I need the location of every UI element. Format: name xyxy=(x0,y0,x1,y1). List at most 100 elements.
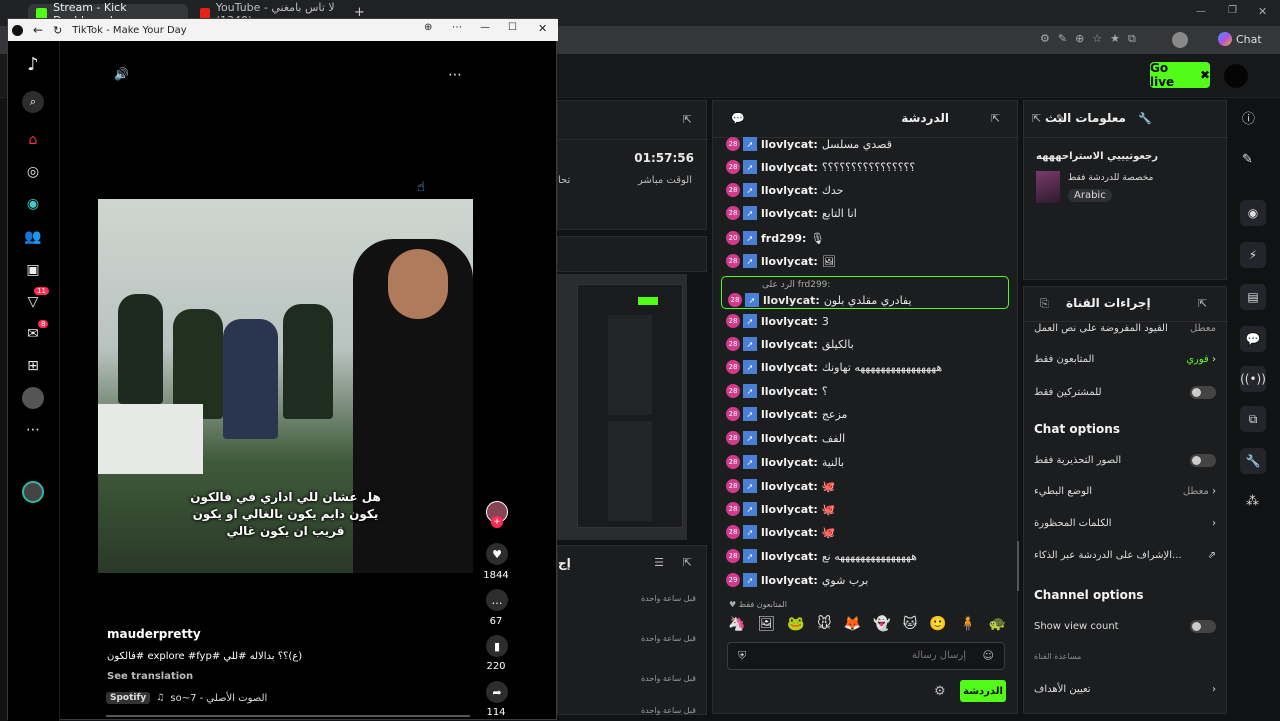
option-row-ai-moderation[interactable]: الإشراف على الدردشة عبر الذكاء... ⇗ xyxy=(1034,550,1216,561)
emote-icon[interactable]: 👻 xyxy=(873,616,890,636)
expand-icon[interactable]: ⇱ xyxy=(1198,297,1207,310)
chat-username[interactable]: llovlycat: xyxy=(761,550,818,563)
author-username[interactable]: mauderpretty xyxy=(107,627,201,641)
expand-icon[interactable]: ⇱ xyxy=(683,113,692,126)
see-translation-link[interactable]: See translation xyxy=(107,671,193,682)
option-row-banned-words[interactable]: الكلمات المحظورة › xyxy=(1034,518,1216,529)
user-avatar[interactable] xyxy=(1224,64,1248,88)
emote-icon[interactable]: 🦄 xyxy=(728,616,745,636)
chat-message[interactable]: 28 ➚ llovlycat: 3 xyxy=(712,310,1008,332)
chat-username[interactable]: llovlycat: xyxy=(761,361,818,374)
sound-row[interactable]: Spotify ♫ so~7 - الصوت الأصلي xyxy=(106,692,267,704)
back-arrow-icon[interactable]: ← xyxy=(33,23,43,37)
pencil-icon[interactable]: ✎ xyxy=(1242,152,1253,167)
option-row-restrictions[interactable]: القيود المفروضة على نص العمل معطل xyxy=(1034,322,1216,334)
like-heart-icon[interactable]: ♥ xyxy=(486,543,508,565)
info-icon[interactable]: ⓘ xyxy=(1242,108,1255,127)
chat-input[interactable]: ⛨ إرسال رسالة ☺ xyxy=(727,642,1005,670)
chat-username[interactable]: llovlycat: xyxy=(761,432,818,445)
chat-message[interactable]: 20 ➚ frd299: 🎙 xyxy=(712,227,1008,249)
profile-avatar-icon[interactable] xyxy=(22,387,44,409)
chat-message[interactable]: 28 ➚ llovlycat: مزعج xyxy=(712,403,1008,425)
account-avatar[interactable] xyxy=(22,481,44,503)
chat-scrollbar[interactable] xyxy=(1017,541,1019,591)
tiktok-logo-icon[interactable]: ♪ xyxy=(22,53,44,75)
chat-message[interactable]: 28 ➚ llovlycat: الفف xyxy=(712,427,1008,449)
volume-icon[interactable]: 🔊 xyxy=(114,67,129,81)
chat-settings-gear-icon[interactable]: ⚙ xyxy=(934,684,946,699)
chat-message[interactable]: 29 ➚ llovlycat: برب شوي xyxy=(712,569,1008,591)
chat-username[interactable]: llovlycat: xyxy=(761,480,818,493)
send-chat-button[interactable]: الدردشة xyxy=(960,680,1006,702)
emote-icon[interactable]: 🙂 xyxy=(929,616,946,636)
option-row-slow-mode[interactable]: الوضع البطيء معطل › xyxy=(1034,486,1216,497)
chat-message[interactable]: 28 ➚ llovlycat: حدك xyxy=(712,179,1008,201)
zoom-icon[interactable]: ⊕ xyxy=(424,22,432,33)
chat-message[interactable]: 28 ➚ llovlycat: بالنية xyxy=(712,451,1008,473)
bookmark-icon[interactable]: ▮ xyxy=(486,635,508,657)
chat-message[interactable]: 28 ➚ llovlycat: بالكيلق xyxy=(712,333,1008,355)
chat-username[interactable]: llovlycat: xyxy=(761,138,818,151)
emote-icon[interactable]: 🐭 xyxy=(817,616,832,636)
emote-icon[interactable]: 🖼 xyxy=(758,616,776,636)
emote-icon[interactable]: 🦊 xyxy=(844,616,861,636)
chat-message[interactable]: 28 ➚ llovlycat: ههههههههههههههههه تهاونك xyxy=(712,356,1008,378)
minimize-icon[interactable]: — xyxy=(480,22,490,33)
chat-message[interactable]: 28 ➚ llovlycat: 🖼 xyxy=(712,250,1008,272)
live-icon[interactable]: ◉ xyxy=(22,193,44,215)
following-users-icon[interactable]: 👥 xyxy=(22,226,44,248)
explore-compass-icon[interactable]: ◎ xyxy=(22,161,44,183)
search-icon[interactable]: ⌕ xyxy=(22,91,44,113)
chat-username[interactable]: llovlycat: xyxy=(761,408,818,421)
chat-message[interactable]: 28 ➚ llovlycat: انا التابع xyxy=(712,202,1008,224)
home-icon[interactable]: ⌂ xyxy=(22,129,44,151)
comment-icon[interactable]: … xyxy=(486,589,508,611)
emoji-icon[interactable]: ☺ xyxy=(983,649,994,662)
maximize-icon[interactable]: ❐ xyxy=(1228,5,1237,16)
bolt-icon[interactable]: ⚡ xyxy=(1240,242,1266,268)
camera-icon[interactable]: ◉ xyxy=(1240,200,1266,226)
emote-icon[interactable]: 🐱 xyxy=(903,616,918,636)
chat-username[interactable]: llovlycat: xyxy=(761,503,818,516)
chat-message[interactable]: 28 ➚ llovlycat: 🐙 xyxy=(712,475,1008,497)
chat-message[interactable]: 28 ➚ llovlycat: ؟؟؟؟؟؟؟؟؟؟؟؟؟؟؟؟ xyxy=(712,156,1008,178)
close-icon[interactable]: ✕ xyxy=(1258,5,1267,18)
more-apps-icon[interactable]: ⁂ xyxy=(1246,494,1259,509)
profile-avatar[interactable] xyxy=(1172,32,1188,48)
expand-icon[interactable]: ⇱ xyxy=(683,556,692,569)
wrench-icon[interactable]: 🔧 xyxy=(1240,448,1266,474)
emote-icon[interactable]: 🐢 xyxy=(988,616,1005,636)
video-more-icon[interactable]: ⋯ xyxy=(448,67,462,83)
option-row-emotes-only[interactable]: الصور التحذيرية فقط xyxy=(1034,454,1216,467)
expand-icon[interactable]: ⇱ xyxy=(991,112,1000,125)
option-row-followers-only[interactable]: المتابعون فقط فوري › xyxy=(1034,354,1216,365)
show-view-count-toggle[interactable] xyxy=(1190,620,1216,633)
filter-icon[interactable]: ☰ xyxy=(654,556,664,569)
more-icon[interactable]: ⋯ xyxy=(452,22,462,33)
refresh-icon[interactable]: ↻ xyxy=(53,24,62,37)
emote-bar[interactable]: 🦄 🖼 🐸 🐭 🦊 👻 🐱 🙂 🧍 🐢 xyxy=(728,616,1006,636)
close-icon[interactable]: ✕ xyxy=(538,22,547,35)
go-live-button[interactable]: Go live ✖ xyxy=(1150,61,1210,89)
video-progress-bar[interactable] xyxy=(106,715,470,717)
chat-message[interactable]: 28 ➚ llovlycat: هههههههههههههههه نع xyxy=(712,545,1008,567)
tv-icon[interactable]: ▣ xyxy=(22,259,44,281)
option-row-show-view-count[interactable]: Show view count xyxy=(1034,620,1216,633)
share-arrow-icon[interactable]: ➦ xyxy=(486,681,508,703)
tiktok-video[interactable]: هل عشان للي اداري في فالكون يكون دايم يك… xyxy=(98,199,473,573)
chat-username[interactable]: llovlycat: xyxy=(761,338,818,351)
chat-username[interactable]: llovlycat: xyxy=(761,574,818,587)
chat-username[interactable]: llovlycat: xyxy=(761,315,818,328)
minimize-icon[interactable]: — xyxy=(1196,6,1206,17)
upload-plus-icon[interactable]: ⊞ xyxy=(22,355,44,377)
chat-message[interactable]: 28 ➚ llovlycat: قصدي مسلسل xyxy=(712,133,1008,155)
chat-username[interactable]: llovlycat: xyxy=(761,184,818,197)
chat-icon[interactable]: 💬 xyxy=(1240,326,1266,352)
emote-icon[interactable]: 🧍 xyxy=(959,616,976,636)
chat-message[interactable]: 28 ➚ llovlycat: 🐙 xyxy=(712,498,1008,520)
option-row-set-goals[interactable]: تعيين الأهداف › xyxy=(1034,684,1216,695)
follow-plus-icon[interactable]: + xyxy=(491,516,503,528)
emotes-only-toggle[interactable] xyxy=(1190,454,1216,467)
chat-username[interactable]: llovlycat: xyxy=(761,161,818,174)
expand-icon[interactable]: ⇱ xyxy=(1032,112,1041,125)
